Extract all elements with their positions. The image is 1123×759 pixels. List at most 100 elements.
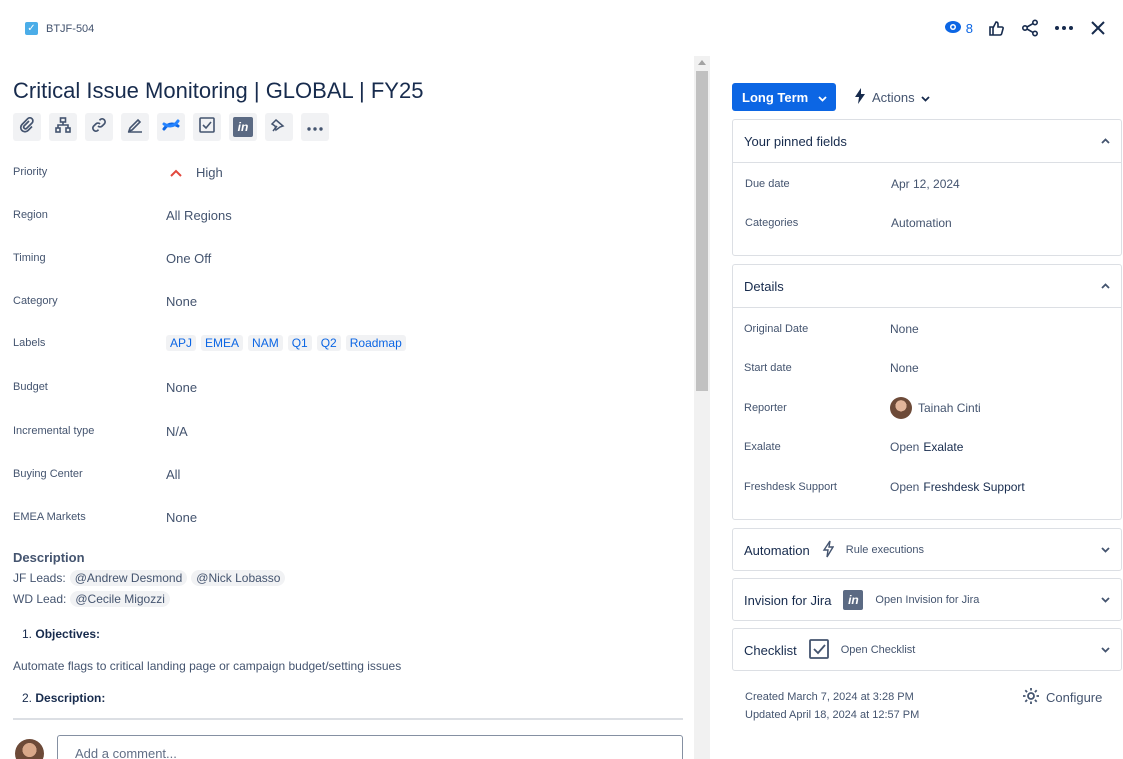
details-body: Original Date None Start date None Repor… (733, 307, 1121, 519)
close-button[interactable] (1087, 17, 1109, 39)
field-value[interactable]: Apr 12, 2024 (891, 177, 960, 191)
field-budget[interactable]: Budget None (13, 377, 683, 397)
field-value[interactable]: N/A (166, 424, 188, 439)
field-labels[interactable]: Labels APJ EMEA NAM Q1 Q2 Roadmap (13, 333, 683, 353)
field-value[interactable]: All (166, 467, 180, 482)
field-timing[interactable]: Timing One Off (13, 248, 683, 268)
exalate-link[interactable]: Exalate (923, 440, 963, 454)
share-button[interactable] (1019, 17, 1041, 39)
child-issue-button[interactable] (49, 113, 77, 141)
field-priority[interactable]: Priority High (13, 162, 683, 182)
chevron-down-icon[interactable] (1101, 544, 1110, 556)
actions-button[interactable]: Actions (854, 88, 930, 107)
field-value[interactable]: None (166, 510, 197, 525)
field-value[interactable]: Open Freshdesk Support (890, 480, 1025, 494)
scroll-up-arrow-icon[interactable] (698, 60, 706, 65)
checklist-panel[interactable]: Checklist Open Checklist (732, 628, 1122, 671)
checklist-sub[interactable]: Open Checklist (841, 644, 916, 656)
field-value[interactable]: Tainah Cinti (890, 397, 981, 419)
field-buying-center[interactable]: Buying Center All (13, 464, 683, 484)
chevron-down-icon[interactable] (1101, 594, 1110, 606)
automation-sub[interactable]: Rule executions (846, 544, 924, 556)
chevron-up-icon[interactable] (1101, 280, 1110, 292)
comment-input[interactable]: Add a comment... (57, 735, 683, 759)
pin-button[interactable] (265, 113, 293, 141)
issue-key[interactable]: BTJF-504 (46, 23, 94, 35)
automation-header[interactable]: Automation Rule executions (733, 529, 1121, 571)
details-header[interactable]: Details (733, 265, 1121, 307)
vote-button[interactable] (985, 17, 1007, 39)
objectives-text: Automate flags to critical landing page … (13, 659, 402, 673)
field-value[interactable]: Open Exalate (890, 440, 963, 454)
label-chip[interactable]: APJ (166, 335, 197, 351)
field-label: Priority (13, 166, 48, 178)
field-value[interactable]: None (166, 294, 197, 309)
pinned-fields-header[interactable]: Your pinned fields (733, 120, 1121, 162)
mention[interactable]: @Cecile Migozzi (70, 591, 170, 607)
chevron-up-icon[interactable] (1101, 135, 1110, 147)
issue-key-breadcrumb[interactable]: ✓ BTJF-504 (25, 22, 94, 35)
more-actions-button[interactable] (1053, 17, 1075, 39)
signature-button[interactable] (121, 113, 149, 141)
more-icon (307, 118, 323, 136)
automation-panel[interactable]: Automation Rule executions (732, 528, 1122, 571)
detail-freshdesk[interactable]: Freshdesk Support Open Freshdesk Support (744, 477, 1114, 497)
objectives-title: Objectives: (35, 627, 101, 641)
details-title: Details (744, 278, 784, 294)
field-incremental-type[interactable]: Incremental type N/A (13, 421, 683, 441)
label-chip[interactable]: Q2 (316, 335, 341, 351)
mention[interactable]: @Andrew Desmond (69, 570, 188, 586)
label-chip[interactable]: EMEA (201, 335, 244, 351)
detail-exalate[interactable]: Exalate Open Exalate (744, 437, 1114, 457)
field-emea-markets[interactable]: EMEA Markets None (13, 507, 683, 527)
gear-icon (1022, 687, 1040, 708)
pinned-fields-panel: Your pinned fields Due date Apr 12, 2024… (732, 119, 1122, 256)
field-value[interactable]: None (166, 380, 197, 395)
detail-original-date[interactable]: Original Date None (744, 319, 1114, 339)
detail-start-date[interactable]: Start date None (744, 358, 1114, 378)
confluence-button[interactable] (157, 113, 185, 141)
scroll-thumb[interactable] (696, 71, 708, 391)
field-category[interactable]: Category None (13, 291, 683, 311)
more-toolbar-button[interactable] (301, 113, 329, 141)
scrollbar[interactable] (694, 56, 710, 759)
field-label: Region (13, 209, 48, 221)
attach-button[interactable] (13, 113, 41, 141)
detail-reporter[interactable]: Reporter Tainah Cinti (744, 397, 1114, 419)
field-value[interactable]: None (890, 322, 919, 336)
field-label: Reporter (744, 402, 787, 414)
issue-title[interactable]: Critical Issue Monitoring | GLOBAL | FY2… (13, 78, 423, 104)
field-value[interactable]: All Regions (166, 208, 232, 223)
chevron-down-icon[interactable] (1101, 644, 1110, 656)
field-value[interactable]: Automation (891, 216, 952, 230)
label-chip[interactable]: Q1 (287, 335, 312, 351)
configure-label: Configure (1046, 690, 1103, 705)
pinned-due-date[interactable]: Due date Apr 12, 2024 (745, 174, 1115, 194)
open-text: Open (890, 480, 920, 494)
field-value[interactable]: One Off (166, 251, 211, 266)
link-issue-button[interactable] (85, 113, 113, 141)
field-value[interactable]: High (166, 164, 223, 180)
created-timestamp: Created March 7, 2024 at 3:28 PM (745, 691, 914, 703)
timestamps: Created March 7, 2024 at 3:28 PM Updated… (745, 688, 919, 724)
lightning-icon (854, 88, 866, 107)
invision-sub[interactable]: Open Invision for Jira (875, 594, 979, 606)
invision-header[interactable]: Invision for Jira in Open Invision for J… (733, 579, 1121, 621)
invision-button[interactable]: in (229, 113, 257, 141)
list-number: 1. (22, 627, 33, 641)
freshdesk-link[interactable]: Freshdesk Support (923, 480, 1024, 494)
field-label: EMEA Markets (13, 511, 86, 523)
checklist-header[interactable]: Checklist Open Checklist (733, 629, 1121, 671)
checklist-icon (808, 638, 829, 662)
watch-button[interactable]: 8 (944, 20, 973, 37)
label-chip[interactable]: NAM (248, 335, 283, 351)
status-button[interactable]: Long Term (732, 83, 836, 111)
invision-panel[interactable]: Invision for Jira in Open Invision for J… (732, 578, 1122, 621)
field-value[interactable]: None (890, 361, 919, 375)
mention[interactable]: @Nick Lobasso (191, 570, 286, 586)
pinned-categories[interactable]: Categories Automation (745, 213, 1115, 233)
label-chip[interactable]: Roadmap (345, 335, 406, 351)
field-region[interactable]: Region All Regions (13, 205, 683, 225)
checklist-button[interactable] (193, 113, 221, 141)
configure-button[interactable]: Configure (1022, 687, 1102, 708)
